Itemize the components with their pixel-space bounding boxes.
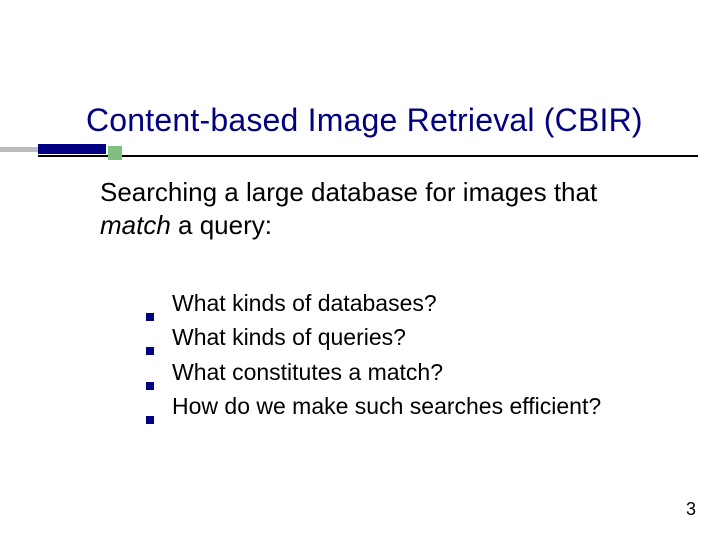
- title-decoration: [0, 144, 146, 166]
- list-item: What kinds of queries?: [146, 322, 680, 352]
- bullet-square-icon: [146, 347, 154, 355]
- bullet-square-icon: [146, 313, 154, 321]
- bullet-text: How do we make such searches efficient?: [172, 391, 601, 421]
- list-item: What constitutes a match?: [146, 357, 680, 387]
- deco-navy-bar: [38, 144, 106, 154]
- intro-pre: Searching a large database for images th…: [100, 177, 597, 207]
- list-item: How do we make such searches efficient?: [146, 391, 680, 421]
- bullet-square-icon: [146, 382, 154, 390]
- intro-text: Searching a large database for images th…: [100, 176, 660, 243]
- slide-title: Content-based Image Retrieval (CBIR): [86, 102, 700, 139]
- title-wrap: Content-based Image Retrieval (CBIR): [86, 102, 700, 139]
- bullet-text: What kinds of databases?: [172, 288, 437, 318]
- slide: Content-based Image Retrieval (CBIR) Sea…: [0, 0, 720, 540]
- bullet-list: What kinds of databases? What kinds of q…: [146, 288, 680, 425]
- bullet-text: What constitutes a match?: [172, 357, 443, 387]
- bullet-square-icon: [146, 416, 154, 424]
- bullet-text: What kinds of queries?: [172, 322, 406, 352]
- page-number: 3: [686, 499, 696, 520]
- intro-post: a query:: [171, 210, 272, 240]
- title-underline: [38, 155, 698, 157]
- deco-green-square: [108, 146, 122, 160]
- intro-italic: match: [100, 210, 171, 240]
- list-item: What kinds of databases?: [146, 288, 680, 318]
